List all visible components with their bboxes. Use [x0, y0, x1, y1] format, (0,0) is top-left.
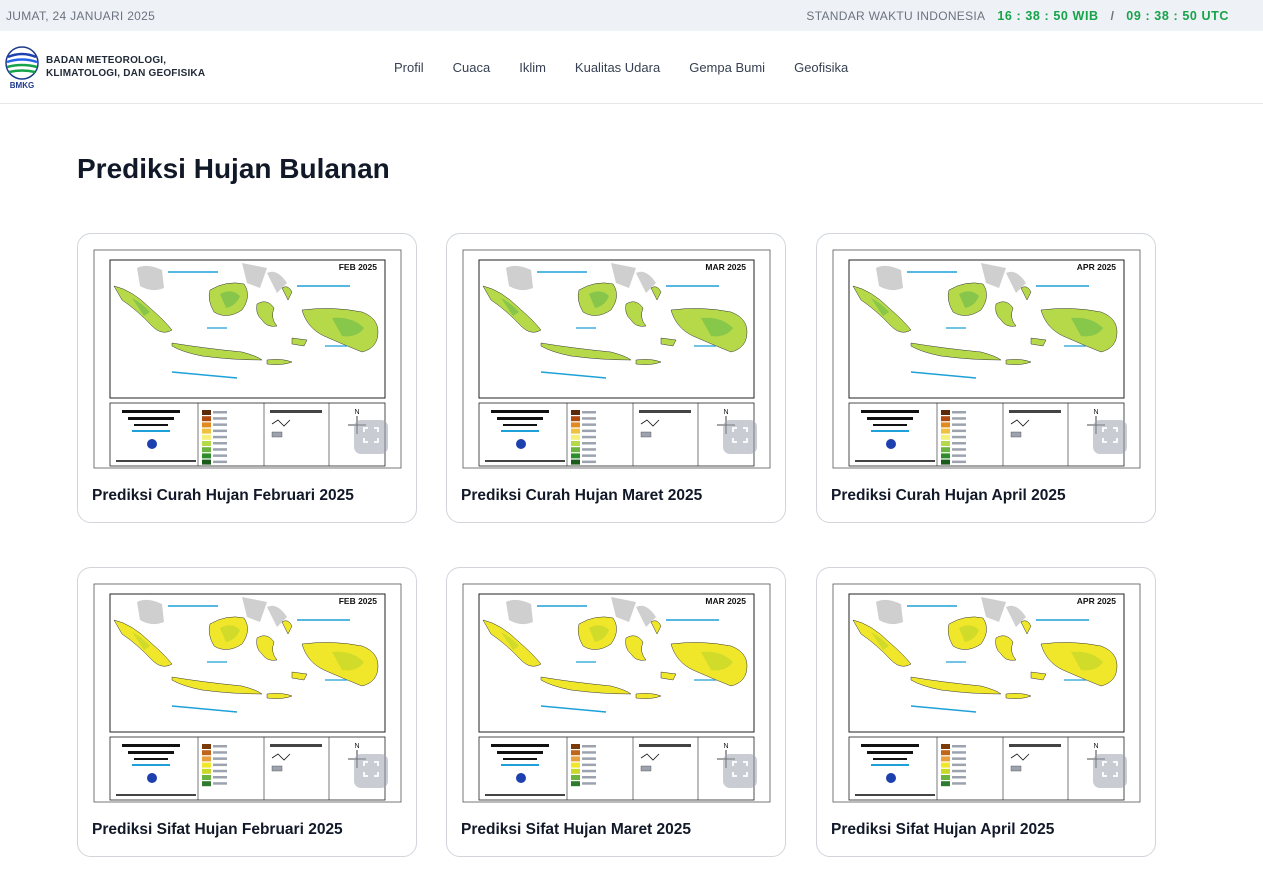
utc-clock: 09 : 38 : 50 UTC: [1126, 8, 1229, 23]
prediction-card[interactable]: MAR 2025 N Predi: [446, 567, 786, 857]
nav-cuaca[interactable]: Cuaca: [453, 60, 491, 75]
brand-name-line2: KLIMATOLOGI, DAN GEOFISIKA: [46, 68, 206, 79]
map-month-label: FEB 2025: [339, 262, 378, 272]
fullscreen-icon: [731, 760, 749, 783]
svg-text:N: N: [354, 409, 359, 416]
map-month-label: MAR 2025: [705, 596, 746, 606]
expand-image-button[interactable]: [354, 420, 388, 454]
nav-menu: Profil Cuaca Iklim Kualitas Udara Gempa …: [394, 31, 877, 104]
prediction-card[interactable]: FEB 2025 N Predi: [77, 233, 417, 523]
prediction-card[interactable]: MAR 2025 N Predi: [446, 233, 786, 523]
card-title[interactable]: Prediksi Sifat Hujan Februari 2025: [92, 821, 343, 839]
bmkg-logo: BMKG: [4, 45, 40, 90]
card-title[interactable]: Prediksi Curah Hujan April 2025: [831, 487, 1066, 505]
map-month-label: FEB 2025: [339, 596, 378, 606]
expand-image-button[interactable]: [1093, 420, 1127, 454]
fullscreen-icon: [362, 760, 380, 783]
prediction-card[interactable]: APR 2025 N Predi: [816, 233, 1156, 523]
card-title[interactable]: Prediksi Sifat Hujan Maret 2025: [461, 821, 691, 839]
time-separator: /: [1110, 8, 1115, 23]
svg-text:N: N: [1093, 743, 1098, 750]
fullscreen-icon: [731, 426, 749, 449]
expand-image-button[interactable]: [723, 754, 757, 788]
wib-clock: 16 : 38 : 50 WIB: [997, 8, 1099, 23]
svg-text:N: N: [723, 409, 728, 416]
map-month-label: MAR 2025: [705, 262, 746, 272]
card-title[interactable]: Prediksi Curah Hujan Februari 2025: [92, 487, 354, 505]
page-title: Prediksi Hujan Bulanan: [77, 153, 390, 184]
prediction-card[interactable]: FEB 2025 N Predi: [77, 567, 417, 857]
card-title[interactable]: Prediksi Sifat Hujan April 2025: [831, 821, 1054, 839]
nav-profil[interactable]: Profil: [394, 60, 424, 75]
svg-text:N: N: [723, 743, 728, 750]
nav-kualitas-udara[interactable]: Kualitas Udara: [575, 60, 660, 75]
card-title[interactable]: Prediksi Curah Hujan Maret 2025: [461, 487, 702, 505]
main-navbar: BMKG BADAN METEOROLOGI, KLIMATOLOGI, DAN…: [0, 31, 1263, 104]
expand-image-button[interactable]: [723, 420, 757, 454]
brand-name-line1: BADAN METEOROLOGI,: [46, 55, 167, 66]
current-date: JUMAT, 24 JANUARI 2025: [6, 8, 156, 23]
map-month-label: APR 2025: [1077, 262, 1116, 272]
fullscreen-icon: [1101, 760, 1119, 783]
fullscreen-icon: [1101, 426, 1119, 449]
expand-image-button[interactable]: [1093, 754, 1127, 788]
nav-gempa-bumi[interactable]: Gempa Bumi: [689, 60, 765, 75]
nav-iklim[interactable]: Iklim: [519, 60, 546, 75]
brand-home-link[interactable]: BMKG BADAN METEOROLOGI, KLIMATOLOGI, DAN…: [4, 45, 205, 90]
top-info-bar: JUMAT, 24 JANUARI 2025 STANDAR WAKTU IND…: [0, 0, 1263, 31]
svg-text:N: N: [354, 743, 359, 750]
standard-time-label: STANDAR WAKTU INDONESIA: [806, 8, 986, 23]
svg-text:N: N: [1093, 409, 1098, 416]
brand-name: BADAN METEOROLOGI, KLIMATOLOGI, DAN GEOF…: [46, 54, 205, 80]
fullscreen-icon: [362, 426, 380, 449]
expand-image-button[interactable]: [354, 754, 388, 788]
prediction-card[interactable]: APR 2025 N Predi: [816, 567, 1156, 857]
nav-geofisika[interactable]: Geofisika: [794, 60, 848, 75]
logo-wordmark: BMKG: [10, 81, 34, 89]
map-month-label: APR 2025: [1077, 596, 1116, 606]
